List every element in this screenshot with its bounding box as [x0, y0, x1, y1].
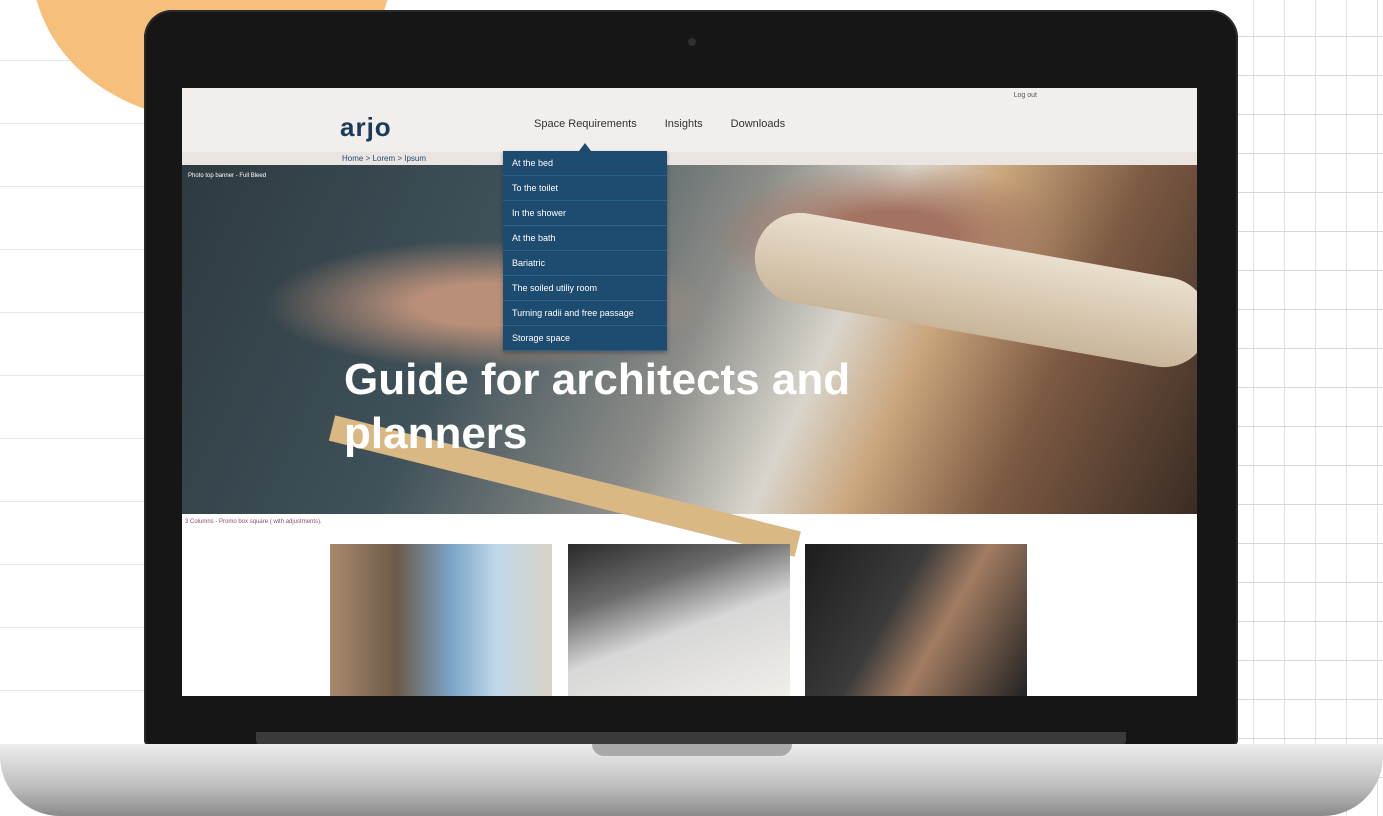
hero-caption: Photo top banner - Full Bleed [188, 173, 267, 179]
promo-caption: 3 Columns - Promo box square ( with adju… [185, 519, 322, 525]
architectural-tower-sketch [1223, 0, 1383, 816]
dropdown-item-to-the-toilet[interactable]: To the toilet [503, 176, 667, 201]
paper-roll-image [747, 205, 1197, 375]
laptop-screen: Log out arjo Space Requirements Insights… [182, 88, 1197, 696]
site-header: Log out arjo Space Requirements Insights… [182, 88, 1197, 152]
promo-image-glasses[interactable] [568, 544, 790, 696]
laptop-notch [592, 744, 792, 756]
logo[interactable]: arjo [340, 112, 392, 143]
dropdown-item-soiled-utility-room[interactable]: The soiled utiliy room [503, 276, 667, 301]
breadcrumb[interactable]: Home > Lorem > Ipsum [342, 154, 426, 163]
promo-image-typing[interactable] [805, 544, 1027, 696]
hero-title: Guide for architects and planners [344, 355, 851, 458]
dropdown-item-in-the-shower[interactable]: In the shower [503, 201, 667, 226]
nav-item-space-requirements[interactable]: Space Requirements [534, 118, 637, 130]
dropdown-caret-icon [579, 143, 591, 151]
webcam-icon [688, 38, 696, 46]
main-nav: Space Requirements Insights Downloads [534, 118, 785, 130]
dropdown-item-at-the-bath[interactable]: At the bath [503, 226, 667, 251]
space-requirements-dropdown: At the bed To the toilet In the shower A… [503, 151, 667, 351]
nav-item-insights[interactable]: Insights [665, 118, 703, 130]
architectural-lines-left [0, 0, 150, 816]
promo-image-walker[interactable] [330, 544, 552, 696]
nav-item-downloads[interactable]: Downloads [731, 118, 785, 130]
logout-link[interactable]: Log out [1014, 92, 1037, 99]
breadcrumb-bar: Home > Lorem > Ipsum [182, 152, 1197, 165]
dropdown-item-storage-space[interactable]: Storage space [503, 326, 667, 351]
dropdown-item-at-the-bed[interactable]: At the bed [503, 151, 667, 176]
dropdown-item-turning-radii[interactable]: Turning radii and free passage [503, 301, 667, 326]
dropdown-item-bariatric[interactable]: Bariatric [503, 251, 667, 276]
hero-banner: Photo top banner - Full Bleed Guide for … [182, 165, 1197, 557]
